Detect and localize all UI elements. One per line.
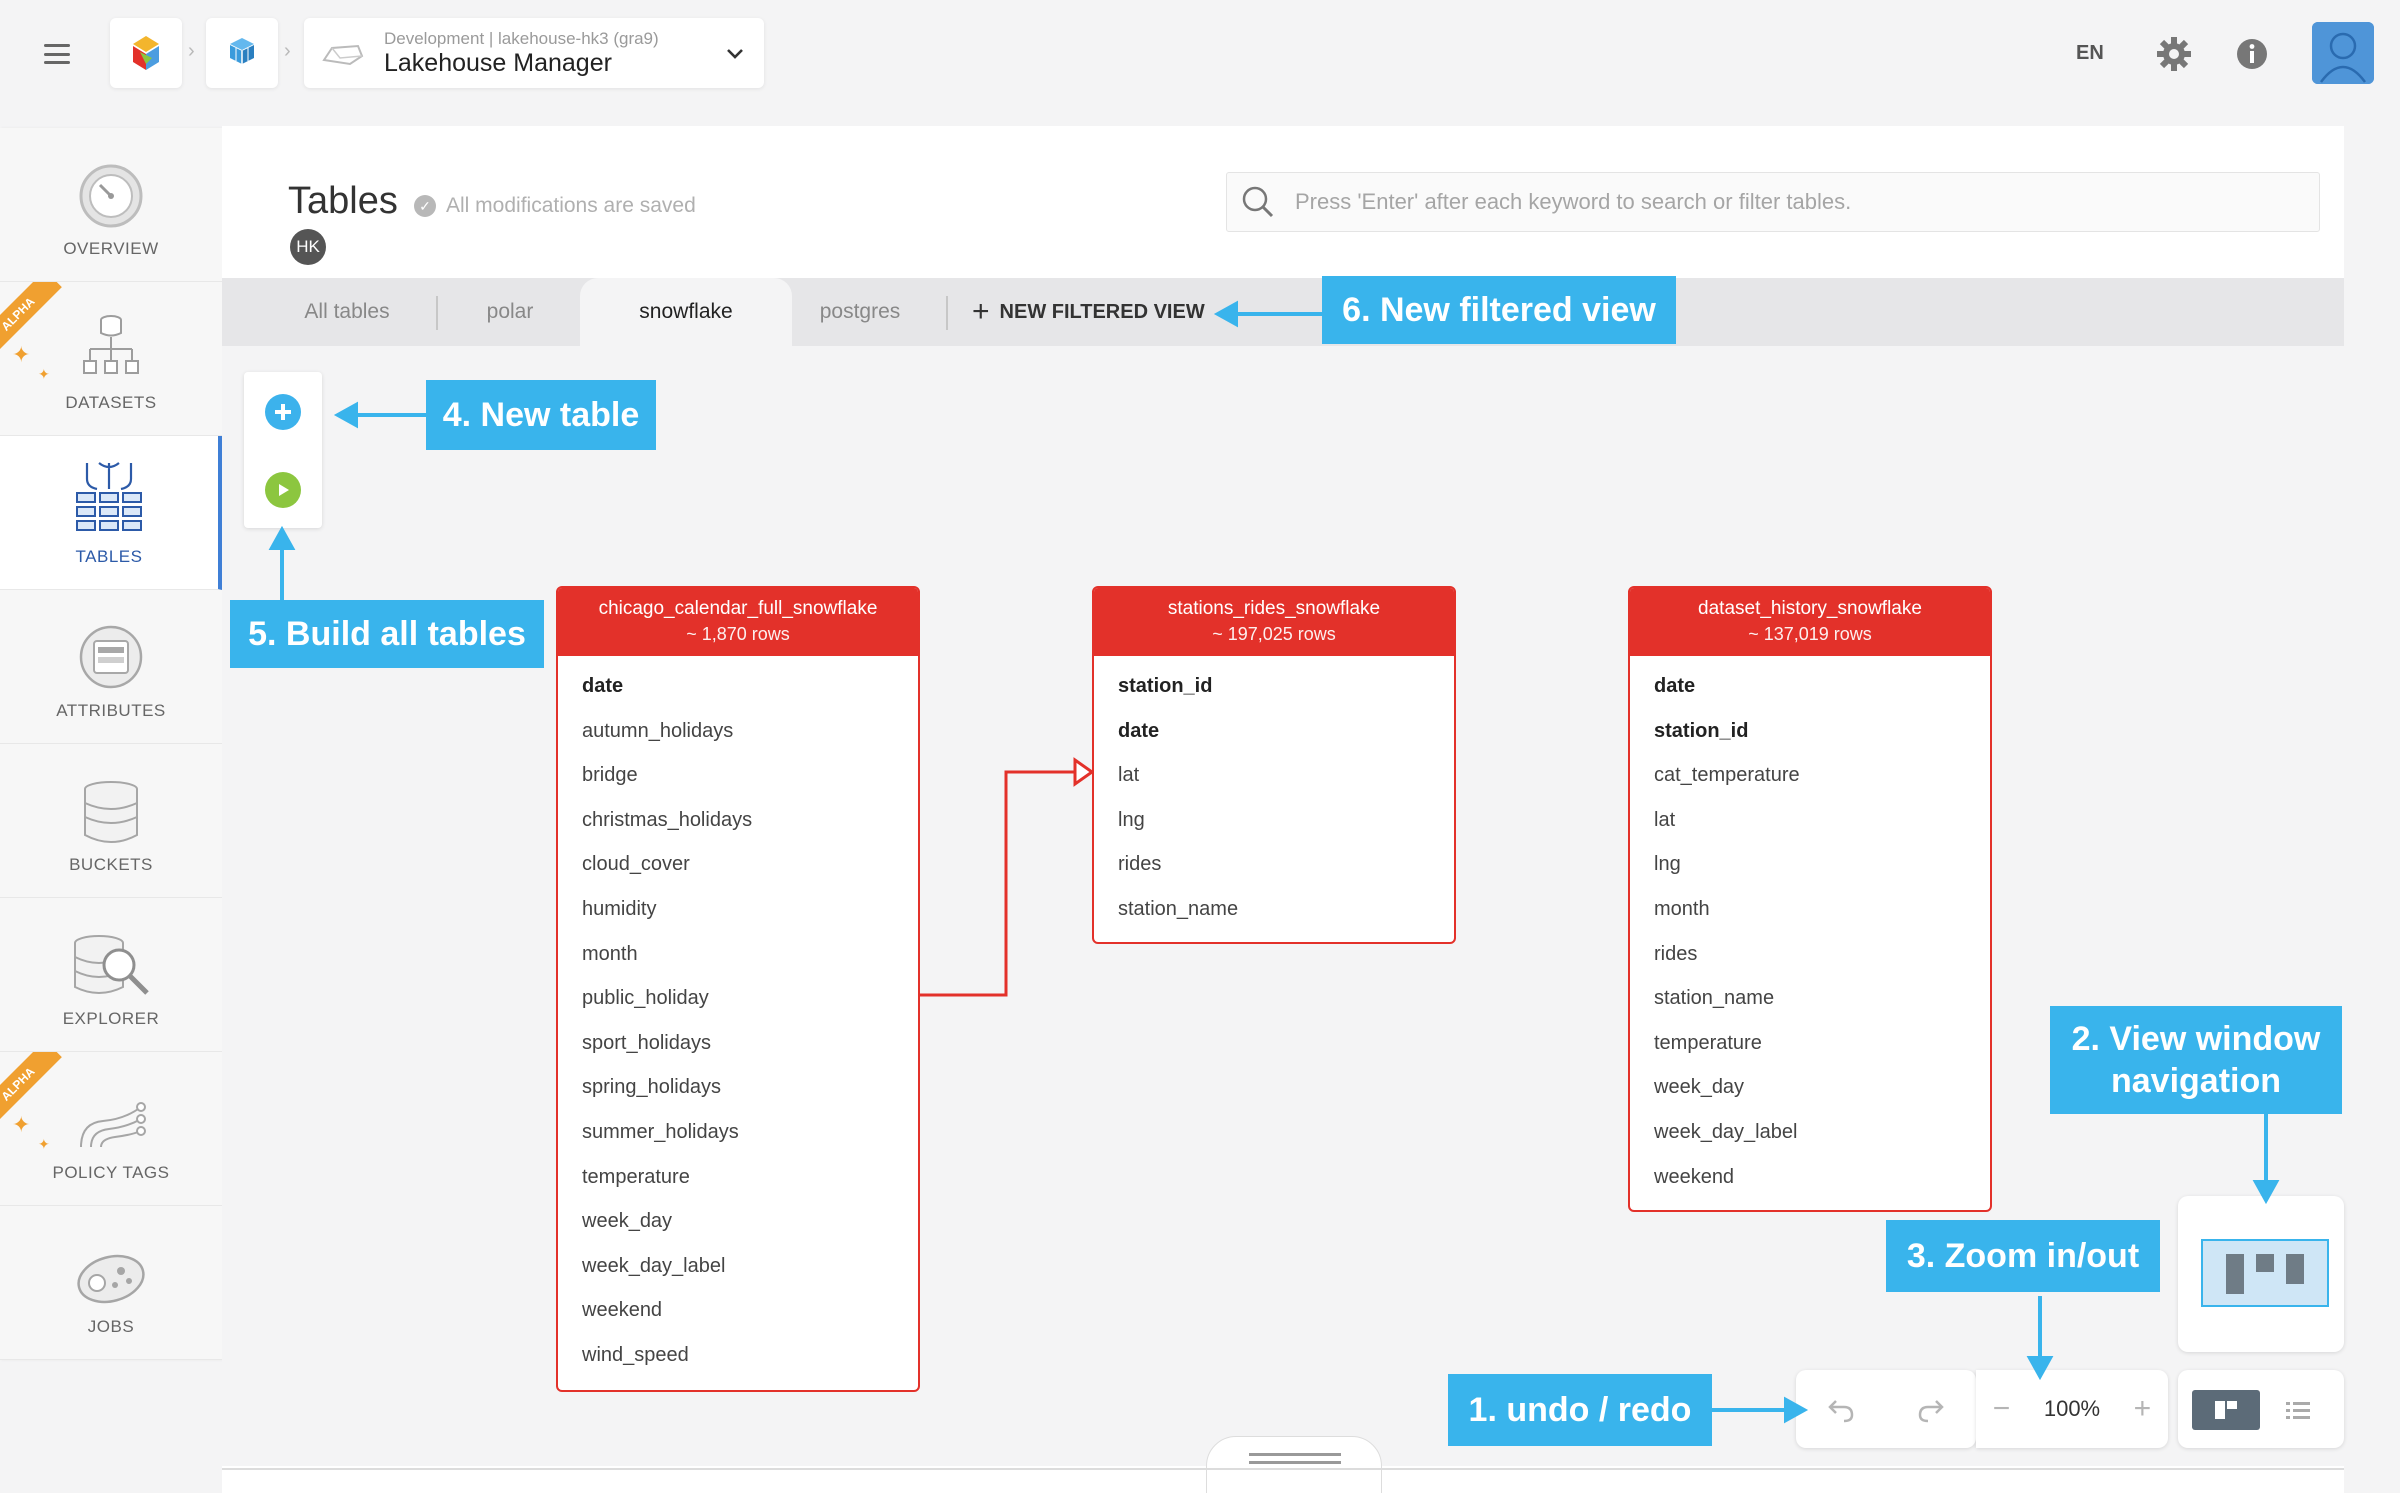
annotation-new-filtered-view: 6. New filtered view — [1322, 276, 1676, 344]
annotation-build-all-tables: 5. Build all tables — [230, 600, 544, 668]
annotation-view-window-navigation: 2. View window navigation — [2050, 1006, 2342, 1114]
annotation-undo-redo: 1. undo / redo — [1448, 1374, 1712, 1446]
annotation-new-table: 4. New table — [426, 380, 656, 450]
annotation-zoom: 3. Zoom in/out — [1886, 1220, 2160, 1292]
